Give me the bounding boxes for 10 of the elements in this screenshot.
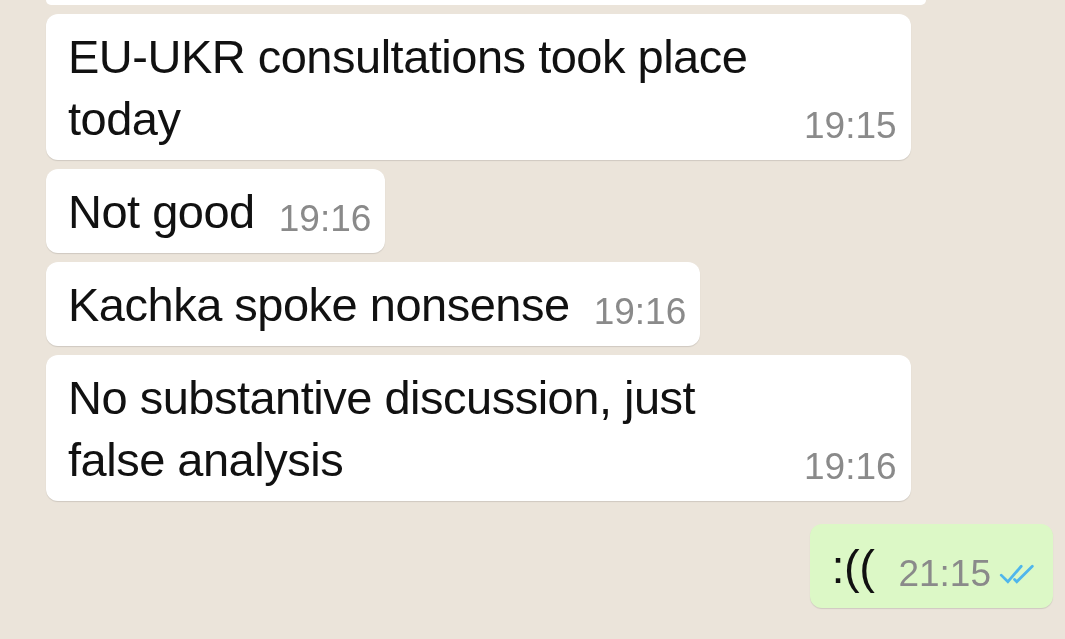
message-text: Kachka spoke nonsense — [68, 277, 570, 333]
message-time: 19:16 — [278, 197, 372, 241]
message-text: Not good — [68, 184, 255, 240]
message-time: 19:15 — [804, 104, 897, 148]
message-time: 19:16 — [593, 290, 687, 334]
message-text: No substantive discussion, just false analysis — [68, 370, 697, 488]
message-time: 19:16 — [804, 445, 897, 489]
message-text: :(( — [831, 539, 875, 595]
message-time: 21:15 — [898, 552, 991, 596]
message-text: EU-UKR consultations took place today — [68, 29, 749, 147]
